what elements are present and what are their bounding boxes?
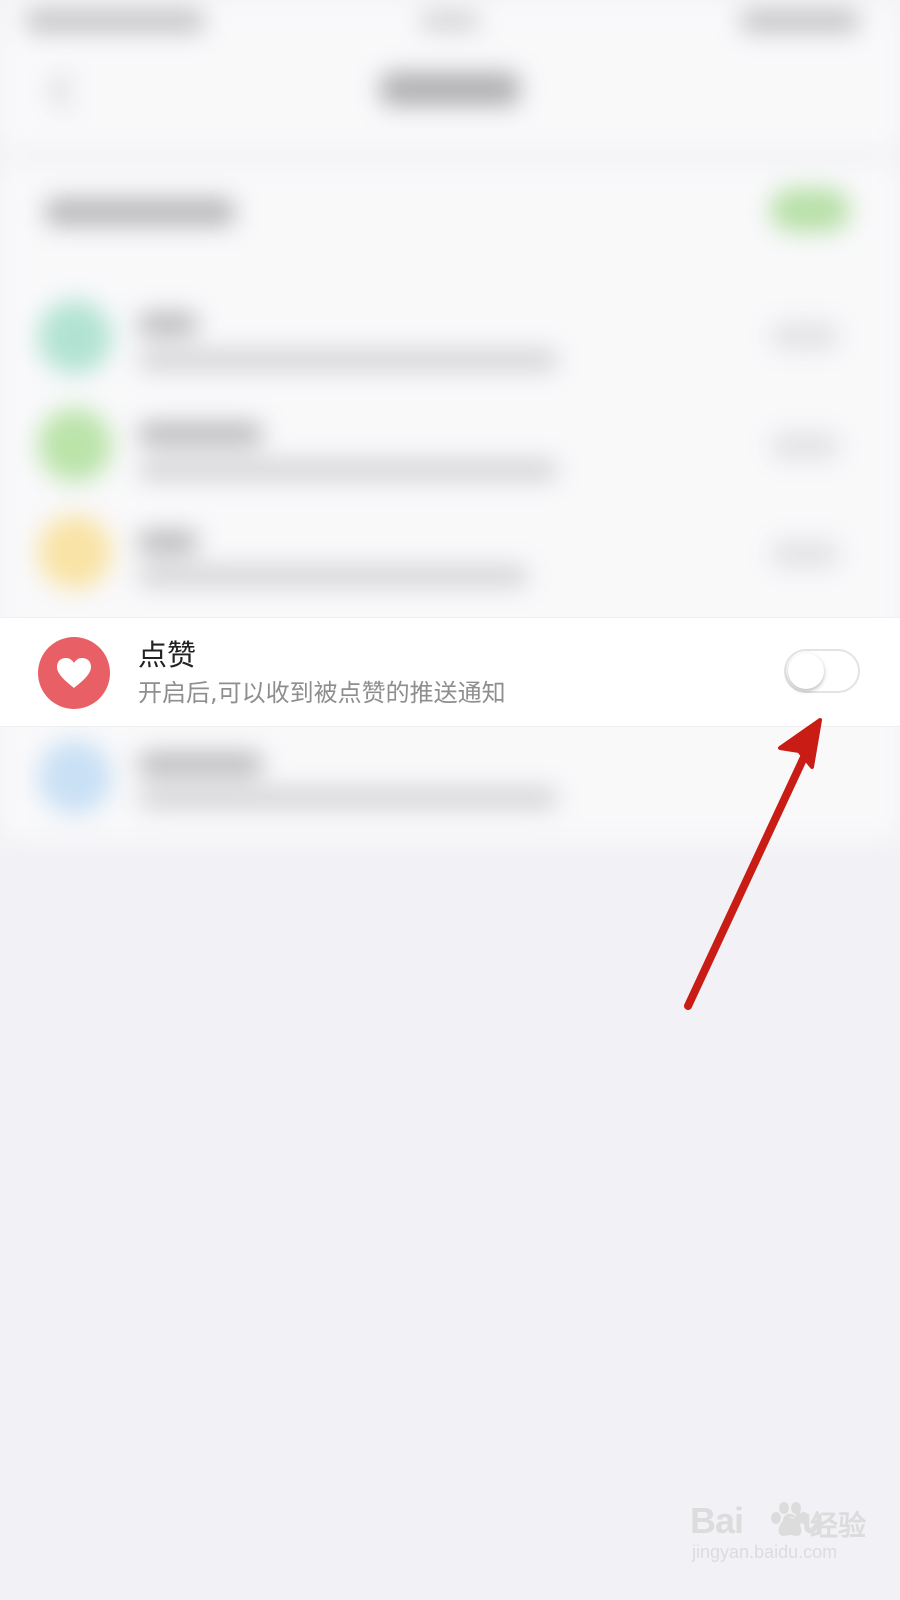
watermark-url: jingyan.baidu.com xyxy=(692,1542,838,1562)
toggle-knob xyxy=(788,653,824,689)
like-icon-badge xyxy=(38,637,110,709)
blurred-list-title xyxy=(138,422,263,446)
blurred-list-title xyxy=(138,312,198,336)
baidu-jingyan-watermark: Baidu 经验 jingyan.baidu.com xyxy=(690,1500,866,1580)
heart-icon xyxy=(57,658,91,688)
like-notification-row: 点赞 开启后,可以收到被点赞的推送通知 xyxy=(0,617,900,727)
section-divider xyxy=(0,150,900,162)
blurred-background xyxy=(0,0,900,860)
blurred-list-title xyxy=(138,530,198,554)
blurred-list-toggle xyxy=(770,540,840,568)
master-switch-toggle xyxy=(770,188,850,232)
master-switch-label xyxy=(45,198,235,226)
blurred-list-subtitle xyxy=(138,566,528,586)
status-bar-center xyxy=(420,12,480,30)
like-setting-description: 开启后,可以收到被点赞的推送通知 xyxy=(138,679,506,707)
blurred-list-icon xyxy=(38,408,112,482)
blurred-list-icon xyxy=(38,300,112,374)
blurred-list-toggle xyxy=(770,432,840,460)
status-bar-right xyxy=(740,10,860,32)
blurred-list-icon xyxy=(38,740,112,814)
blurred-list-subtitle xyxy=(138,350,558,370)
blurred-list-title xyxy=(138,752,263,776)
like-setting-title: 点赞 xyxy=(138,638,197,672)
blurred-footer-area xyxy=(0,840,900,860)
status-bar-left xyxy=(25,10,205,32)
blurred-list-toggle xyxy=(770,322,840,350)
paw-icon xyxy=(771,1502,809,1536)
watermark-brand-prefix: Bai xyxy=(690,1500,744,1541)
blurred-list-icon xyxy=(38,515,112,589)
watermark-jingyan-text: 经验 xyxy=(810,1509,867,1542)
blurred-list-subtitle xyxy=(138,788,558,808)
blurred-list-subtitle xyxy=(138,460,558,480)
like-notification-toggle[interactable] xyxy=(784,649,860,693)
page-title xyxy=(380,72,520,106)
